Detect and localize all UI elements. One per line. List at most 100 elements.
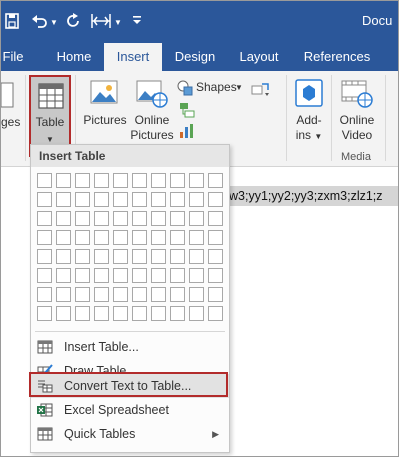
addins-button[interactable]: Add- ins ▼ xyxy=(290,77,328,149)
table-grid-cell[interactable] xyxy=(151,249,166,264)
table-grid-cell[interactable] xyxy=(151,306,166,321)
table-grid-cell[interactable] xyxy=(151,173,166,188)
table-grid-cell[interactable] xyxy=(132,192,147,207)
table-layout-dropdown-icon[interactable]: ▼ xyxy=(114,12,122,34)
pages-button-label[interactable]: ges xyxy=(1,115,23,130)
table-grid-cell[interactable] xyxy=(132,230,147,245)
pictures-button[interactable]: Pictures xyxy=(81,77,129,147)
table-layout-icon[interactable] xyxy=(91,13,111,29)
table-grid-cell[interactable] xyxy=(170,306,185,321)
table-grid-cell[interactable] xyxy=(75,306,90,321)
save-icon[interactable] xyxy=(5,13,19,29)
table-grid-cell[interactable] xyxy=(75,192,90,207)
table-grid-cell[interactable] xyxy=(132,249,147,264)
table-grid-cell[interactable] xyxy=(132,173,147,188)
table-grid-cell[interactable] xyxy=(113,306,128,321)
shapes-button[interactable]: Shapes ▼ xyxy=(177,79,243,97)
screenshot-icon[interactable] xyxy=(251,81,271,97)
table-grid-cell[interactable] xyxy=(56,287,71,302)
tab-insert[interactable]: Insert xyxy=(104,43,162,71)
tab-design[interactable]: Design xyxy=(167,43,223,71)
table-grid-cell[interactable] xyxy=(132,287,147,302)
table-grid-cell[interactable] xyxy=(94,268,109,283)
table-grid-cell[interactable] xyxy=(56,249,71,264)
table-grid-cell[interactable] xyxy=(151,268,166,283)
table-grid-cell[interactable] xyxy=(94,306,109,321)
table-grid-cell[interactable] xyxy=(151,230,166,245)
table-grid-cell[interactable] xyxy=(208,230,223,245)
selected-text[interactable]: w3;yy1;yy2;yy3;zxm3;zlz1;z xyxy=(227,186,398,206)
table-grid-cell[interactable] xyxy=(75,173,90,188)
table-grid-cell[interactable] xyxy=(37,211,52,226)
table-grid-cell[interactable] xyxy=(94,173,109,188)
menu-insert-table[interactable]: Insert Table... xyxy=(31,335,229,359)
undo-dropdown-icon[interactable]: ▼ xyxy=(50,12,58,34)
table-grid-cell[interactable] xyxy=(94,211,109,226)
table-grid-cell[interactable] xyxy=(208,211,223,226)
table-grid-cell[interactable] xyxy=(37,306,52,321)
table-grid-cell[interactable] xyxy=(56,192,71,207)
table-grid-cell[interactable] xyxy=(189,287,204,302)
table-grid-cell[interactable] xyxy=(37,173,52,188)
table-grid-cell[interactable] xyxy=(75,211,90,226)
table-grid-cell[interactable] xyxy=(189,249,204,264)
table-grid-cell[interactable] xyxy=(94,249,109,264)
table-grid-cell[interactable] xyxy=(189,230,204,245)
table-grid-cell[interactable] xyxy=(170,192,185,207)
table-grid-cell[interactable] xyxy=(56,306,71,321)
tab-references[interactable]: References xyxy=(297,43,377,71)
customize-qat-icon[interactable] xyxy=(132,15,142,25)
table-grid-cell[interactable] xyxy=(208,306,223,321)
table-grid-cell[interactable] xyxy=(170,287,185,302)
table-grid-cell[interactable] xyxy=(56,268,71,283)
table-grid-cell[interactable] xyxy=(94,230,109,245)
table-grid-cell[interactable] xyxy=(56,211,71,226)
table-grid-cell[interactable] xyxy=(170,249,185,264)
table-grid-cell[interactable] xyxy=(132,268,147,283)
chart-icon[interactable] xyxy=(179,123,195,139)
tab-home[interactable]: Home xyxy=(49,43,99,71)
table-grid-cell[interactable] xyxy=(37,287,52,302)
table-grid-cell[interactable] xyxy=(189,192,204,207)
table-grid-cell[interactable] xyxy=(189,211,204,226)
table-grid-cell[interactable] xyxy=(189,268,204,283)
redo-icon[interactable] xyxy=(65,13,81,29)
table-grid-cell[interactable] xyxy=(75,268,90,283)
table-grid-cell[interactable] xyxy=(208,173,223,188)
table-grid-cell[interactable] xyxy=(113,249,128,264)
menu-quick-tables[interactable]: Quick Tables ▶ xyxy=(31,422,229,446)
table-grid-cell[interactable] xyxy=(208,192,223,207)
table-grid-cell[interactable] xyxy=(94,192,109,207)
table-grid-cell[interactable] xyxy=(56,230,71,245)
table-grid-cell[interactable] xyxy=(37,192,52,207)
table-grid-cell[interactable] xyxy=(113,287,128,302)
table-grid-cell[interactable] xyxy=(113,230,128,245)
table-grid-cell[interactable] xyxy=(170,268,185,283)
table-grid-cell[interactable] xyxy=(113,173,128,188)
table-grid-cell[interactable] xyxy=(113,211,128,226)
table-grid-cell[interactable] xyxy=(170,230,185,245)
undo-icon[interactable] xyxy=(31,13,49,29)
table-grid-cell[interactable] xyxy=(170,173,185,188)
online-video-button[interactable]: Online Video xyxy=(335,77,379,149)
online-pictures-button[interactable]: Online Pictures xyxy=(130,77,174,147)
table-grid-cell[interactable] xyxy=(94,287,109,302)
tab-file[interactable]: File xyxy=(1,43,25,71)
table-grid-cell[interactable] xyxy=(113,192,128,207)
tab-layout[interactable]: Layout xyxy=(231,43,287,71)
table-grid-cell[interactable] xyxy=(151,211,166,226)
table-grid-cell[interactable] xyxy=(208,287,223,302)
table-grid-cell[interactable] xyxy=(75,230,90,245)
table-grid-cell[interactable] xyxy=(37,230,52,245)
table-grid-cell[interactable] xyxy=(208,268,223,283)
table-grid-cell[interactable] xyxy=(56,173,71,188)
table-grid-cell[interactable] xyxy=(189,173,204,188)
table-grid-cell[interactable] xyxy=(37,268,52,283)
table-grid-cell[interactable] xyxy=(170,211,185,226)
table-grid-cell[interactable] xyxy=(189,306,204,321)
table-grid-cell[interactable] xyxy=(113,268,128,283)
table-grid-cell[interactable] xyxy=(132,306,147,321)
table-grid-cell[interactable] xyxy=(151,287,166,302)
table-grid-cell[interactable] xyxy=(75,287,90,302)
menu-excel-spreadsheet[interactable]: Excel Spreadsheet xyxy=(31,398,229,422)
